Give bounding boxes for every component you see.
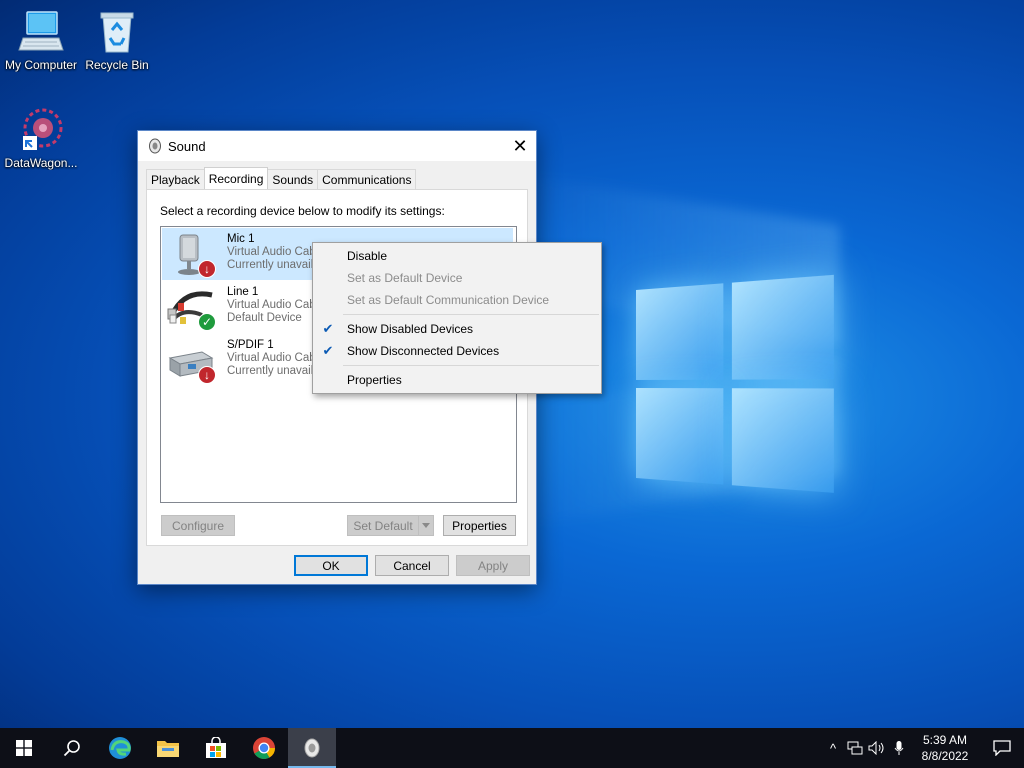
menu-item-set-default-communication-device[interactable]: Set as Default Communication Device	[313, 289, 601, 311]
search-button[interactable]	[48, 728, 96, 768]
desktop-icon-label: DataWagon...	[4, 156, 78, 170]
device-driver: Virtual Audio Cab	[227, 352, 316, 364]
status-badge-unavailable: ↓	[198, 366, 216, 384]
search-icon	[63, 740, 80, 757]
tab-sounds[interactable]: Sounds	[267, 169, 319, 189]
file-explorer-icon	[157, 741, 179, 757]
menu-item-label: Set as Default Device	[347, 271, 463, 285]
show-hidden-icons-button[interactable]: ^	[822, 728, 844, 768]
close-icon: ✕	[512, 135, 528, 156]
menu-separator	[343, 365, 599, 366]
action-center-button[interactable]	[980, 728, 1024, 768]
status-badge-unavailable: ↓	[198, 260, 216, 278]
edge-button[interactable]	[96, 728, 144, 768]
menu-item-set-default-device[interactable]: Set as Default Device	[313, 267, 601, 289]
device-driver: Virtual Audio Cab	[227, 246, 316, 258]
spdif-device-icon: ↓	[166, 338, 218, 384]
recycle-bin-icon	[93, 8, 141, 56]
system-tray: ^ 5:39 AM 8/8/2022	[822, 728, 1024, 768]
desktop-icon-my-computer[interactable]: My Computer	[0, 8, 82, 72]
menu-separator	[343, 314, 599, 315]
desktop-icon-datawagon[interactable]: DataWagon...	[0, 106, 82, 170]
edge-icon	[109, 737, 131, 759]
checkmark-icon: ✔	[322, 321, 334, 336]
menu-item-properties[interactable]: Properties	[313, 369, 601, 391]
menu-item-label: Show Disabled Devices	[347, 322, 474, 336]
desktop-icon-label: Recycle Bin	[85, 58, 149, 72]
network-icon	[847, 741, 863, 755]
microphone-icon: ↓	[166, 232, 218, 278]
network-button[interactable]	[844, 728, 866, 768]
store-icon	[206, 737, 226, 758]
device-status: Currently unavail	[227, 259, 314, 271]
device-status: Currently unavail	[227, 365, 314, 377]
computer-icon	[17, 8, 65, 56]
microphone-tray-icon	[894, 741, 904, 755]
ok-button[interactable]: OK	[294, 555, 368, 576]
notification-icon	[993, 740, 1011, 756]
desktop-icon-label: My Computer	[4, 58, 78, 72]
dialog-title: Sound	[168, 138, 206, 154]
close-button[interactable]: ✕	[504, 131, 536, 161]
checkmark-icon: ✔	[322, 343, 334, 358]
menu-item-label: Show Disconnected Devices	[347, 344, 500, 358]
tab-strip: Playback Recording Sounds Communications	[146, 167, 417, 189]
taskbar: ^ 5:39 AM 8/8/2022	[0, 728, 1024, 768]
instruction-text: Select a recording device below to modif…	[160, 204, 445, 218]
title-bar[interactable]: Sound ✕	[138, 131, 536, 161]
volume-icon	[868, 741, 884, 755]
set-default-button[interactable]: Set Default	[347, 515, 419, 536]
chrome-button[interactable]	[240, 728, 288, 768]
datawagon-shortcut-icon	[17, 106, 65, 154]
store-button[interactable]	[192, 728, 240, 768]
status-badge-default: ✓	[198, 313, 216, 331]
menu-item-label: Properties	[347, 373, 402, 387]
start-button[interactable]	[0, 728, 48, 768]
volume-button[interactable]	[866, 728, 888, 768]
properties-button[interactable]: Properties	[443, 515, 516, 536]
sound-settings-icon	[304, 738, 320, 758]
microphone-tray-button[interactable]	[888, 728, 910, 768]
menu-item-show-disconnected-devices[interactable]: ✔ Show Disconnected Devices	[313, 340, 601, 362]
menu-item-disable[interactable]: Disable	[313, 245, 601, 267]
speaker-icon	[148, 138, 162, 154]
start-icon	[16, 740, 32, 756]
chrome-icon	[253, 737, 275, 759]
clock[interactable]: 5:39 AM 8/8/2022	[910, 732, 980, 764]
tab-communications[interactable]: Communications	[317, 169, 417, 189]
device-name: S/PDIF 1	[227, 339, 274, 351]
device-name: Line 1	[227, 286, 259, 298]
line-in-cable-icon: ✓	[166, 285, 218, 331]
tab-recording[interactable]: Recording	[203, 167, 269, 189]
device-status: Default Device	[227, 312, 302, 324]
set-default-dropdown-button[interactable]	[418, 515, 434, 536]
clock-date: 8/8/2022	[921, 749, 969, 763]
menu-item-label: Disable	[347, 249, 388, 263]
sound-settings-taskbar-button[interactable]	[288, 728, 336, 768]
menu-item-label: Set as Default Communication Device	[347, 293, 550, 307]
cancel-button[interactable]: Cancel	[375, 555, 449, 576]
file-explorer-button[interactable]	[144, 728, 192, 768]
device-context-menu: Disable Set as Default Device Set as Def…	[312, 242, 602, 394]
chevron-up-icon: ^	[829, 740, 837, 756]
chevron-down-icon	[422, 523, 430, 528]
configure-button[interactable]: Configure	[161, 515, 235, 536]
clock-time: 5:39 AM	[922, 733, 968, 747]
desktop-icon-recycle-bin[interactable]: Recycle Bin	[76, 8, 158, 72]
menu-item-show-disabled-devices[interactable]: ✔ Show Disabled Devices	[313, 318, 601, 340]
tab-playback[interactable]: Playback	[146, 169, 205, 189]
apply-button[interactable]: Apply	[456, 555, 530, 576]
device-name: Mic 1	[227, 233, 255, 245]
wallpaper-windows-logo	[636, 274, 836, 496]
device-driver: Virtual Audio Cab	[227, 299, 316, 311]
